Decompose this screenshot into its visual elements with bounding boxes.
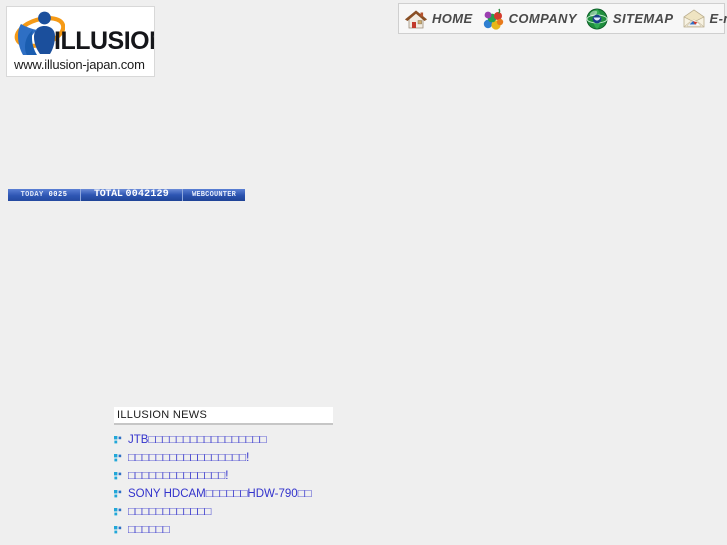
list-item: SONY HDCAM□□□□□□HDW-790□□	[114, 488, 333, 500]
news-link[interactable]: □□□□□□	[128, 524, 170, 536]
news-link[interactable]: □□□□□□□□□□□□□□!	[128, 470, 228, 482]
square-cluster-bullet-icon	[114, 526, 122, 534]
nav-item-home[interactable]: HOME	[403, 4, 473, 33]
news-link[interactable]: SONY HDCAM□□□□□□HDW-790□□	[128, 488, 312, 500]
site-logo[interactable]: ILLUSION www.illusion-japan.com	[6, 6, 155, 77]
web-counter: TODAY 0025 TOTAL 0042129 WEBCOUNTER	[8, 189, 245, 201]
square-cluster-bullet-icon	[114, 508, 122, 516]
counter-total-value: 0042129	[125, 189, 169, 200]
counter-brand-section: WEBCOUNTER	[182, 189, 245, 201]
news-link[interactable]: JTB□□□□□□□□□□□□□□□□□	[128, 434, 267, 446]
nav-label-email: E-mail	[709, 11, 727, 26]
list-item: □□□□□□	[114, 524, 333, 536]
envelope-icon	[682, 9, 705, 27]
list-item: □□□□□□□□□□□□	[114, 506, 333, 518]
nav-item-email[interactable]: E-mail	[681, 4, 727, 33]
nav-item-sitemap[interactable]: SITEMAP	[584, 4, 674, 33]
logo-wordmark: ILLUSION	[54, 27, 154, 55]
counter-today-label: TODAY	[20, 190, 44, 199]
news-link[interactable]: □□□□□□□□□□□□□□□□□!	[128, 452, 249, 464]
building-blocks-icon	[483, 8, 503, 30]
counter-today-section: TODAY 0025	[8, 189, 81, 201]
news-header: ILLUSION NEWS	[114, 407, 333, 425]
square-cluster-bullet-icon	[114, 436, 122, 444]
counter-total-section: TOTAL 0042129	[81, 189, 182, 201]
illusion-news-block: ILLUSION NEWS JTB□□□□□□□□□□□□□□□□□ □□□□□…	[114, 407, 333, 542]
nav-label-sitemap: SITEMAP	[612, 11, 674, 26]
list-item: □□□□□□□□□□□□□□□□□!	[114, 452, 333, 464]
counter-brand-label: WEBCOUNTER	[191, 190, 236, 199]
logo-url: www.illusion-japan.com	[14, 57, 145, 72]
nav-label-home: HOME	[432, 11, 473, 26]
news-link[interactable]: □□□□□□□□□□□□	[128, 506, 211, 518]
top-navigation: HOME COMPANY SITEMAP E-	[398, 3, 727, 34]
news-header-title: ILLUSION NEWS	[117, 408, 208, 421]
globe-icon	[586, 8, 608, 29]
list-item: JTB□□□□□□□□□□□□□□□□□	[114, 434, 333, 446]
house-icon	[404, 9, 428, 28]
square-cluster-bullet-icon	[114, 472, 122, 480]
square-cluster-bullet-icon	[114, 454, 122, 462]
nav-item-company[interactable]: COMPANY	[480, 4, 577, 33]
square-cluster-bullet-icon	[114, 490, 122, 498]
news-list: JTB□□□□□□□□□□□□□□□□□ □□□□□□□□□□□□□□□□□! …	[114, 425, 333, 536]
counter-today-value: 0025	[48, 190, 68, 199]
counter-total-label: TOTAL	[94, 189, 123, 200]
list-item: □□□□□□□□□□□□□□!	[114, 470, 333, 482]
nav-label-company: COMPANY	[508, 11, 577, 26]
